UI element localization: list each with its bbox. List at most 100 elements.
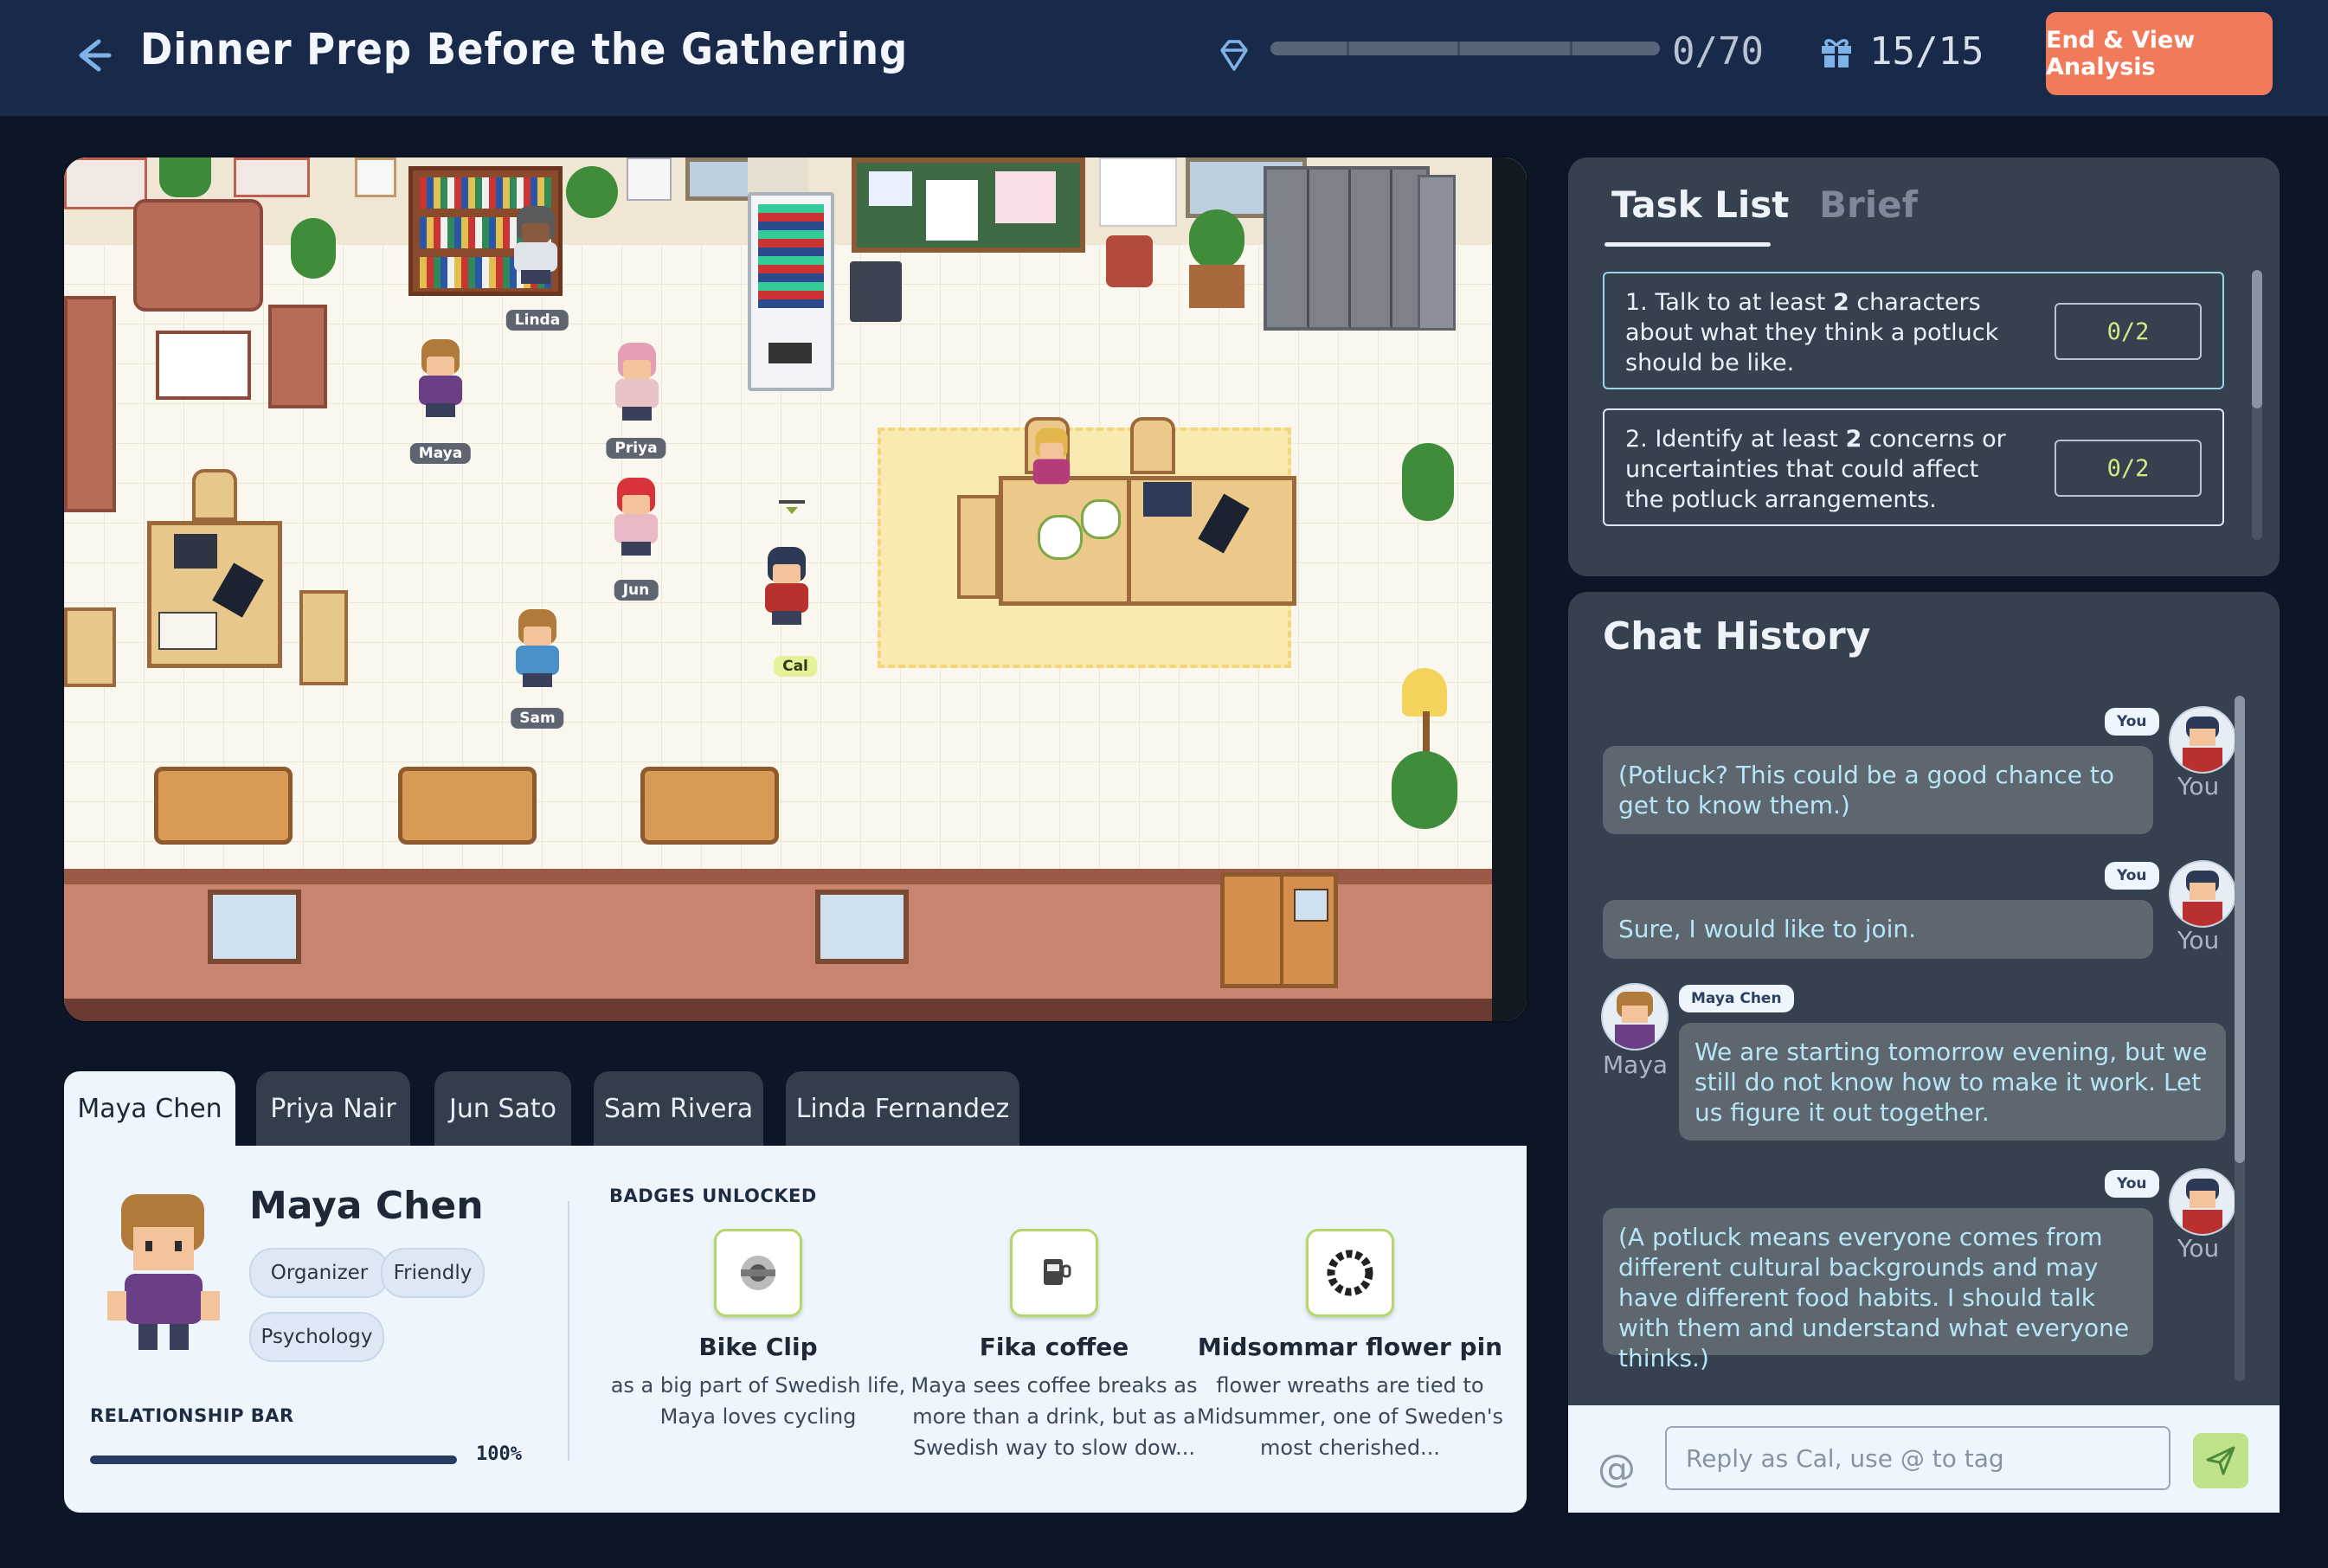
scrollbar-thumb[interactable]	[2252, 270, 2262, 408]
plant	[1402, 443, 1454, 521]
character-jun-sprite[interactable]	[606, 478, 666, 556]
badge-midsommar-flower-pin[interactable]: Midsommar flower pin flower wreaths are …	[1194, 1229, 1506, 1463]
wall-frame	[355, 157, 396, 197]
plant	[291, 218, 336, 279]
badge-bike-clip[interactable]: Bike Clip as a big part of Swedish life,…	[602, 1229, 914, 1432]
chair	[1130, 417, 1175, 474]
avatar-label: You	[2177, 1234, 2220, 1263]
plant	[1189, 209, 1244, 270]
gift-icon	[1822, 39, 1851, 67]
relationship-bar	[90, 1456, 457, 1464]
chat-message-bubble: (A potluck means everyone comes from dif…	[1603, 1208, 2153, 1372]
task-item[interactable]: 1. Talk to at least 2 characters about w…	[1603, 272, 2224, 389]
character-cal-player-sprite[interactable]	[756, 547, 817, 625]
avatar-label: Maya	[1603, 1051, 1669, 1079]
plant	[566, 166, 618, 218]
task-progress-count: 0/2	[2055, 440, 2202, 497]
back-arrow-icon[interactable]	[68, 31, 116, 80]
progress-segment	[1457, 42, 1460, 55]
user-avatar	[2169, 860, 2236, 928]
relationship-percent: 100%	[476, 1443, 522, 1465]
badge-name: Midsommar flower pin	[1197, 1333, 1503, 1361]
trait-chip: Psychology	[249, 1312, 384, 1362]
plant	[1392, 751, 1457, 829]
tab-maya-chen[interactable]: Maya Chen	[64, 1071, 235, 1146]
character-linda-sprite[interactable]	[505, 206, 566, 284]
bench	[398, 767, 537, 845]
bench	[640, 767, 779, 845]
task-text: 1. Talk to at least 2 characters about w…	[1625, 289, 1999, 376]
score-text: 0/70	[1672, 29, 1764, 74]
badge-fika-coffee[interactable]: Fika coffee Maya sees coffee breaks as m…	[898, 1229, 1210, 1463]
study-desk	[147, 521, 282, 668]
chat-input-bar: @	[1568, 1405, 2280, 1513]
tab-task-list[interactable]: Task List	[1611, 183, 1789, 226]
send-button[interactable]	[2193, 1433, 2248, 1488]
floor-lamp	[1402, 668, 1447, 717]
tab-brief[interactable]: Brief	[1819, 183, 1918, 226]
relationship-bar-fill	[90, 1456, 457, 1464]
character-sam-sprite[interactable]	[507, 609, 568, 687]
chat-message-bubble: Sure, I would like to join.	[1603, 900, 2153, 959]
avatar-label: You	[2177, 926, 2220, 954]
armchair	[268, 305, 327, 408]
badge-name: Bike Clip	[698, 1333, 818, 1361]
character-priya-sprite[interactable]	[607, 343, 667, 421]
task-text: 2. Identify at least 2 concerns or uncer…	[1625, 426, 2006, 513]
speaker-tag: You	[2105, 1170, 2159, 1198]
bulletin-board	[852, 157, 1085, 253]
wall-poster	[64, 157, 147, 209]
player-name-tag: Cal	[774, 656, 817, 677]
character-name-tag: Sam	[511, 708, 564, 729]
game-map[interactable]: Linda Maya Priya Jun Sam Cal	[64, 157, 1527, 1021]
relationship-bar-title: RELATIONSHIP BAR	[90, 1405, 294, 1426]
potted-plant	[1106, 235, 1153, 287]
end-and-view-analysis-button[interactable]: End & View Analysis	[2046, 12, 2273, 95]
tab-jun-sato[interactable]: Jun Sato	[434, 1071, 571, 1146]
speaker-tag: You	[2105, 862, 2159, 890]
character-profile-card: Maya Chen Organizer Friendly Psychology …	[64, 1146, 1527, 1513]
flower-wreath-icon	[1306, 1229, 1394, 1317]
notice-paper	[1099, 157, 1177, 227]
badge-name: Fika coffee	[979, 1333, 1129, 1361]
plant-stand	[1189, 265, 1244, 308]
trait-chip: Friendly	[381, 1248, 485, 1298]
lockers	[1264, 166, 1430, 331]
vending-machine	[748, 192, 834, 391]
character-maya-sprite[interactable]	[410, 339, 471, 417]
mention-at-icon[interactable]: @	[1598, 1447, 1636, 1491]
top-bar: Dinner Prep Before the Gathering 0/70 15…	[0, 0, 2328, 116]
active-tab-underline	[1605, 242, 1771, 247]
badges-title: BADGES UNLOCKED	[609, 1186, 817, 1206]
trash-bin	[850, 261, 902, 322]
bike-clip-icon	[714, 1229, 802, 1317]
door[interactable]	[1220, 872, 1338, 988]
task-scrollbar[interactable]	[2252, 270, 2262, 540]
player-indicator-icon	[779, 500, 805, 514]
badge-description: as a big part of Swedish life, Maya love…	[610, 1373, 906, 1429]
chat-message-bubble: We are starting tomorrow evening, but we…	[1679, 1023, 2226, 1141]
wall-poster	[234, 157, 310, 197]
tab-priya-nair[interactable]: Priya Nair	[256, 1071, 410, 1146]
character-name-tag: Maya	[409, 443, 472, 464]
page-title: Dinner Prep Before the Gathering	[140, 24, 909, 74]
chat-reply-input[interactable]	[1665, 1426, 2170, 1490]
task-progress-count: 0/2	[2055, 303, 2202, 360]
diamond-icon	[1220, 40, 1248, 71]
seated-character-sprite	[1026, 427, 1077, 495]
scrollbar-thumb[interactable]	[2235, 696, 2245, 1163]
divider	[568, 1201, 569, 1461]
task-item[interactable]: 2. Identify at least 2 concerns or uncer…	[1603, 408, 2224, 526]
progress-segment	[1570, 42, 1572, 55]
chair	[192, 469, 237, 521]
plant	[159, 157, 211, 197]
chair	[64, 607, 116, 687]
window	[208, 890, 301, 964]
user-avatar	[2169, 1168, 2236, 1236]
tab-linda-fernandez[interactable]: Linda Fernandez	[786, 1071, 1019, 1146]
speaker-tag: You	[2105, 708, 2159, 736]
locker	[1418, 175, 1456, 331]
tab-sam-rivera[interactable]: Sam Rivera	[594, 1071, 763, 1146]
chat-scrollbar[interactable]	[2235, 696, 2245, 1381]
speaker-tag: Maya Chen	[1679, 985, 1794, 1012]
